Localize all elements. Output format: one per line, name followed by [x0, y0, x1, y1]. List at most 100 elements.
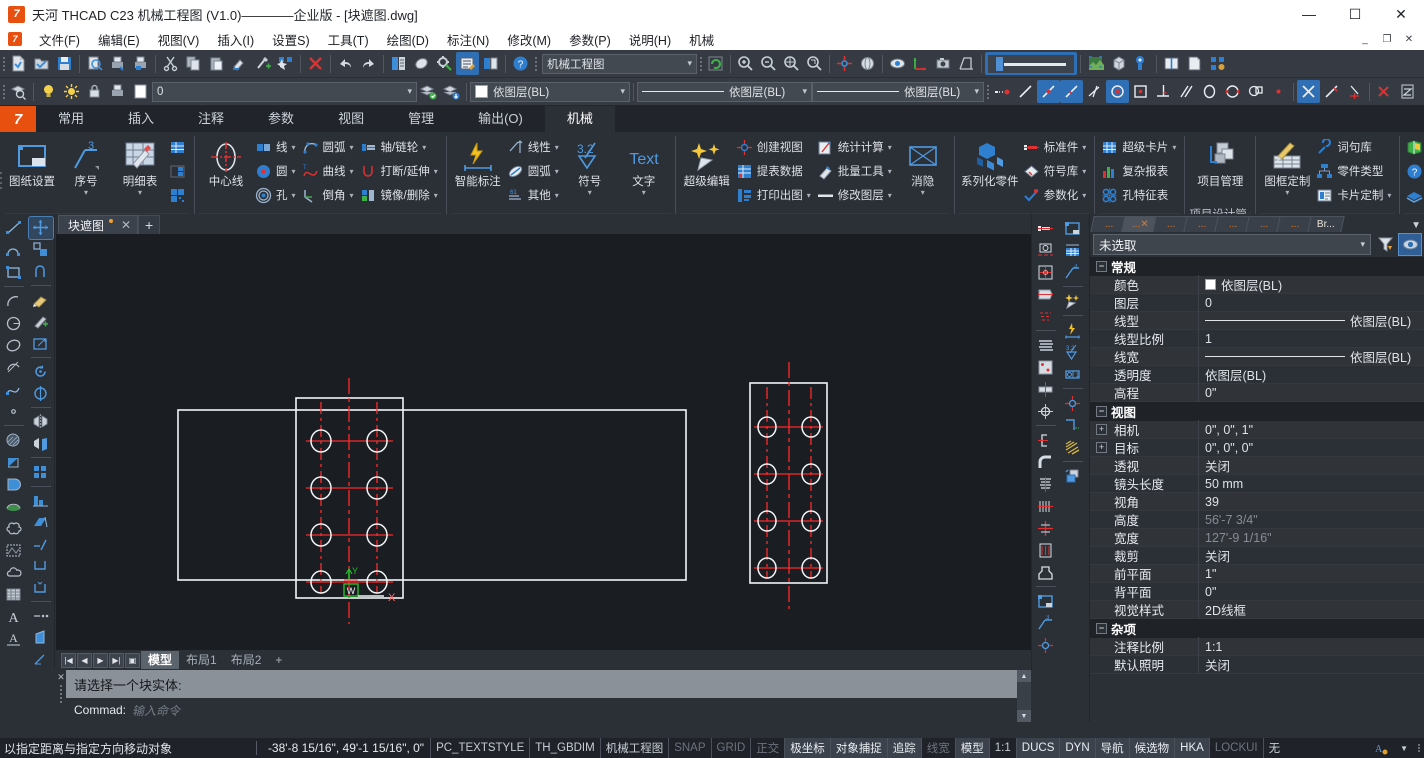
erase-brush-icon[interactable]	[29, 289, 53, 311]
osnap-tangent-icon[interactable]	[1221, 80, 1244, 103]
menu-item-settings[interactable]: 设置S)	[263, 28, 319, 51]
view-icon[interactable]	[886, 52, 909, 75]
ribbon-button-symbol[interactable]: 3.2 符号 ▾	[563, 133, 617, 197]
layer-color-swatch[interactable]	[129, 80, 152, 103]
smart-dimension-icon[interactable]	[1061, 319, 1085, 341]
collapse-icon[interactable]: −	[1096, 406, 1107, 417]
status-item-model[interactable]: 模型	[954, 738, 989, 758]
rotate-icon[interactable]	[29, 361, 53, 383]
scroll-down-icon[interactable]: ▼	[1017, 710, 1031, 722]
arc-icon[interactable]	[2, 290, 26, 312]
osnap-line-icon[interactable]	[1014, 80, 1037, 103]
osnap-endpoint-icon[interactable]	[991, 80, 1014, 103]
property-value[interactable]: 依图层(BL)	[1199, 347, 1424, 366]
close-button[interactable]: ✕	[1378, 0, 1424, 28]
property-row-front-plane[interactable]: 前平面 1"	[1090, 564, 1424, 583]
publish-icon[interactable]	[129, 52, 152, 75]
ribbon-tab-mechanical[interactable]: 机械	[544, 106, 615, 132]
dash-lines-icon[interactable]	[1034, 305, 1058, 327]
frame-setup-icon[interactable]	[1061, 217, 1085, 239]
copy-icon[interactable]	[182, 52, 205, 75]
chevron-down-icon[interactable]: ▾	[350, 167, 354, 176]
status-item-osnap[interactable]: 对象捕捉	[829, 738, 887, 758]
status-item-snap[interactable]: SNAP	[668, 738, 710, 758]
zoom-in-icon[interactable]	[734, 52, 757, 75]
taper-icon[interactable]	[29, 648, 53, 670]
maximize-button[interactable]: ☐	[1332, 0, 1378, 28]
ucs-icon[interactable]	[909, 52, 932, 75]
array-icon[interactable]	[29, 461, 53, 483]
osnap-nearest-icon[interactable]	[1060, 80, 1083, 103]
layer-merge-icon[interactable]	[440, 80, 463, 103]
ribbon-button-arc[interactable]: 圆弧 ▾	[300, 135, 358, 159]
ribbon-button-smart-dimension[interactable]: 智能标注	[451, 133, 505, 189]
chevron-down-icon[interactable]: ▾	[555, 167, 559, 176]
toolbar-grip[interactable]	[0, 54, 7, 74]
property-value[interactable]: 依图层(BL)	[1199, 311, 1424, 330]
zoom-out-icon[interactable]	[757, 52, 780, 75]
mirror-icon[interactable]	[29, 411, 53, 433]
chevron-down-icon[interactable]: ▾	[434, 167, 438, 176]
chevron-down-icon[interactable]: ▾	[434, 191, 438, 200]
property-value[interactable]: 1	[1199, 332, 1424, 346]
ribbon-button-hole[interactable]: 孔 ▾	[253, 183, 300, 207]
property-value[interactable]: 1"	[1199, 567, 1424, 581]
cross-section-icon[interactable]	[1034, 517, 1058, 539]
layer-edit-icon[interactable]	[410, 52, 433, 75]
thread-icon[interactable]	[1034, 473, 1058, 495]
scroll-up-icon[interactable]: ▲	[1017, 670, 1031, 682]
property-value[interactable]: 0", 0", 1"	[1199, 423, 1424, 437]
ribbon-button-table-grid[interactable]	[167, 135, 190, 159]
close-icon[interactable]: ✕	[57, 672, 65, 683]
status-item-lineweight[interactable]: 线宽	[920, 738, 955, 758]
layer-lock-icon[interactable]	[83, 80, 106, 103]
menu-item-help[interactable]: 说明(H)	[620, 28, 680, 51]
status-item-workspace[interactable]: 机械工程图	[599, 738, 669, 758]
ribbon-button-text[interactable]: Text 文字 ▾	[617, 133, 671, 197]
ribbon-button-card-custom[interactable]: 卡片定制 ▾	[1314, 183, 1395, 207]
surface-finish-icon[interactable]: 3.2	[1061, 341, 1085, 363]
menu-item-insert[interactable]: 插入(I)	[208, 28, 263, 51]
3dsolid-icon[interactable]	[1107, 52, 1130, 75]
mirror3d-icon[interactable]	[29, 433, 53, 455]
block-manage-icon[interactable]	[1061, 465, 1085, 487]
menu-item-edit[interactable]: 编辑(E)	[89, 28, 149, 51]
stack-icon[interactable]	[1034, 561, 1058, 583]
status-item-hka[interactable]: HKA	[1174, 738, 1209, 758]
property-row-linetype-scale[interactable]: 线型比例 1	[1090, 329, 1424, 348]
osnap-parallel-icon[interactable]	[1175, 80, 1198, 103]
property-value[interactable]: 关闭	[1199, 456, 1424, 475]
status-item-scale[interactable]: 1:1	[988, 738, 1016, 758]
ribbon-button-shaft-sprocket[interactable]: 轴/链轮 ▾	[358, 135, 442, 159]
ribbon-button-centerline[interactable]: 中心线	[199, 133, 253, 189]
status-item-dyn[interactable]: DYN	[1059, 738, 1095, 758]
extrude-icon[interactable]	[29, 627, 53, 649]
ribbon-button-line[interactable]: 线 ▾	[253, 135, 300, 159]
osnap-center-icon[interactable]	[1106, 80, 1129, 103]
chevron-down-icon[interactable]: ▾	[1082, 191, 1086, 200]
visual-style-icon[interactable]	[1130, 52, 1153, 75]
chevron-down-icon[interactable]: ▾	[292, 191, 296, 200]
cloud-icon[interactable]	[2, 561, 26, 583]
pickadd-icon[interactable]	[1398, 233, 1422, 256]
ribbon-button-modify-layer[interactable]: 修改图层 ▾	[815, 183, 896, 207]
camera-icon[interactable]	[932, 52, 955, 75]
open-file-icon[interactable]	[30, 52, 53, 75]
knurl-icon[interactable]	[1034, 495, 1058, 517]
panel-tab-browser[interactable]: Br...	[1307, 216, 1345, 232]
collapse-icon[interactable]: −	[1096, 261, 1107, 272]
scale-icon[interactable]	[29, 332, 53, 354]
super-edit-icon[interactable]	[1061, 290, 1085, 312]
property-row-default-lighting[interactable]: 默认照明 关闭	[1090, 655, 1424, 674]
hatch-icon[interactable]	[2, 429, 26, 451]
ribbon-button-linear-dim[interactable]: 线性 ▾	[505, 135, 563, 159]
color-combo[interactable]: 依图层(BL) ▾	[470, 81, 630, 102]
ribbon-button-mirror-delete[interactable]: 镜像/删除 ▾	[358, 183, 442, 207]
ribbon-button-circle[interactable]: 圆 ▾	[253, 159, 300, 183]
stretch-icon[interactable]	[29, 512, 53, 534]
layer-previous-icon[interactable]	[417, 80, 440, 103]
select-similar-icon[interactable]	[274, 52, 297, 75]
bom-table-icon[interactable]	[1061, 239, 1085, 261]
selection-combo[interactable]: 未选取 ▾	[1093, 234, 1371, 255]
block-icon[interactable]	[1206, 52, 1229, 75]
